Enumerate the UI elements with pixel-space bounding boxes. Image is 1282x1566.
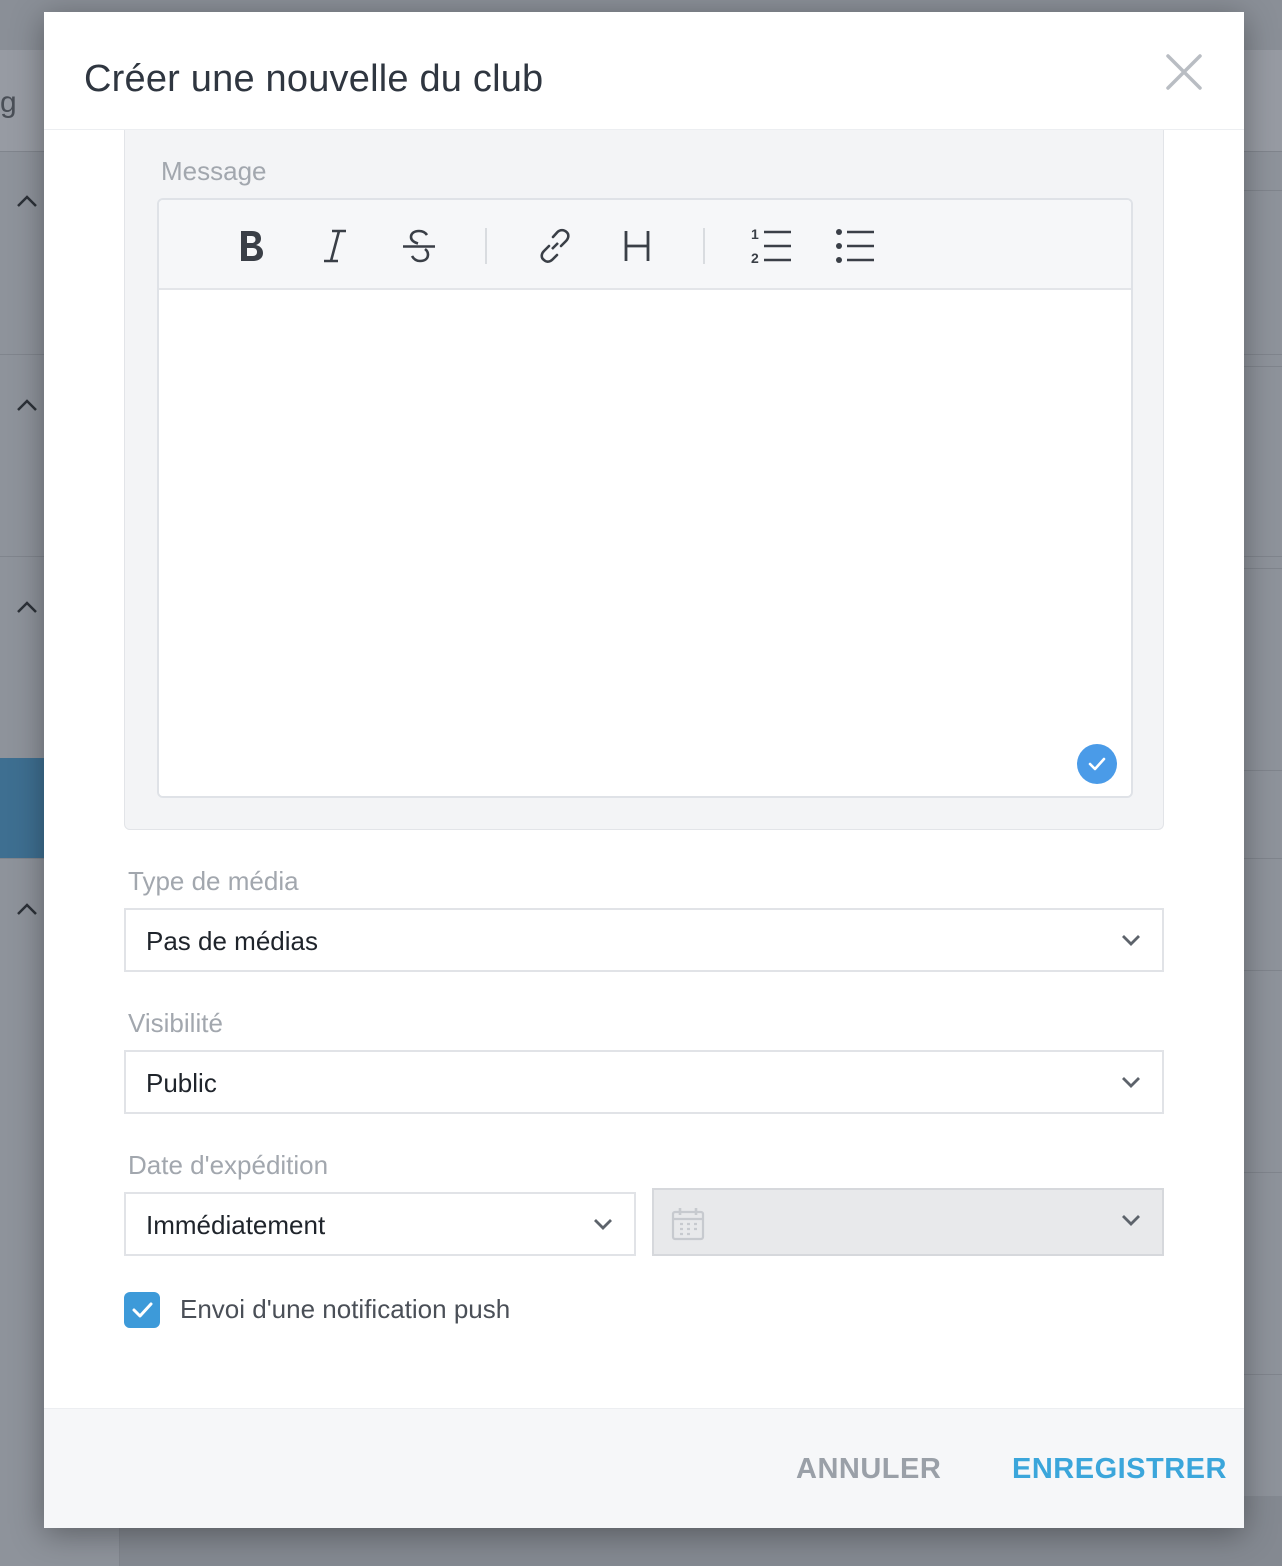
calendar-icon bbox=[671, 1208, 705, 1241]
chevron-up-icon bbox=[16, 190, 38, 212]
media-type-select[interactable]: Pas de médias bbox=[124, 908, 1164, 972]
date-picker-select[interactable] bbox=[652, 1188, 1164, 1256]
message-editor: 1 2 bbox=[157, 198, 1133, 798]
visibility-select[interactable]: Public bbox=[124, 1050, 1164, 1114]
background-active-item bbox=[0, 758, 44, 858]
cancel-button[interactable]: ANNULER bbox=[796, 1453, 941, 1486]
message-panel: Message 1 2 bbox=[124, 130, 1164, 830]
message-text-area[interactable] bbox=[159, 292, 1131, 796]
modal-header: Créer une nouvelle du club bbox=[44, 12, 1244, 130]
strikethrough-button[interactable] bbox=[391, 218, 447, 274]
background-divider bbox=[1244, 366, 1282, 367]
close-icon bbox=[1166, 54, 1202, 90]
chevron-down-icon bbox=[1122, 1077, 1140, 1088]
chevron-down-icon bbox=[594, 1219, 612, 1230]
svg-text:2: 2 bbox=[751, 250, 759, 266]
check-icon bbox=[132, 1302, 153, 1318]
background-divider bbox=[1244, 190, 1282, 191]
toolbar-separator bbox=[703, 228, 705, 264]
heading-icon bbox=[624, 231, 650, 261]
send-date-value: Immédiatement bbox=[146, 1210, 326, 1240]
background-divider bbox=[1244, 568, 1282, 569]
unordered-list-icon bbox=[836, 229, 874, 263]
ordered-list-icon: 1 2 bbox=[751, 226, 791, 266]
modal-title: Créer une nouvelle du club bbox=[84, 58, 544, 100]
editor-toolbar: 1 2 bbox=[159, 200, 1131, 290]
background-partial-text: g bbox=[0, 86, 17, 119]
background-divider bbox=[1244, 1374, 1282, 1375]
background-divider bbox=[1244, 970, 1282, 971]
link-button[interactable] bbox=[527, 218, 583, 274]
strikethrough-icon bbox=[403, 229, 435, 263]
push-notification-label[interactable]: Envoi d'une notification push bbox=[180, 1294, 510, 1325]
save-button[interactable]: ENREGISTRER bbox=[1012, 1453, 1227, 1486]
chevron-up-icon bbox=[16, 596, 38, 618]
send-date-label: Date d'expédition bbox=[128, 1150, 329, 1180]
media-type-label: Type de média bbox=[128, 866, 299, 896]
background-divider bbox=[1244, 770, 1282, 771]
bold-button[interactable] bbox=[223, 218, 279, 274]
svg-text:1: 1 bbox=[751, 226, 759, 242]
message-label: Message bbox=[161, 156, 267, 186]
media-type-value: Pas de médias bbox=[146, 926, 318, 956]
heading-button[interactable] bbox=[609, 218, 665, 274]
italic-icon bbox=[324, 229, 346, 263]
chevron-up-icon bbox=[16, 898, 38, 920]
chevron-down-icon bbox=[1122, 1215, 1140, 1226]
close-button[interactable] bbox=[1162, 50, 1206, 94]
push-notification-checkbox[interactable] bbox=[124, 1292, 160, 1328]
link-icon bbox=[540, 228, 570, 263]
bold-icon bbox=[241, 231, 263, 261]
visibility-label: Visibilité bbox=[128, 1008, 223, 1038]
chevron-down-icon bbox=[1122, 935, 1140, 946]
modal-footer: ANNULER ENREGISTRER bbox=[44, 1408, 1244, 1528]
background-divider bbox=[1244, 1172, 1282, 1173]
chevron-up-icon bbox=[16, 394, 38, 416]
unordered-list-button[interactable] bbox=[827, 218, 883, 274]
create-news-modal: Créer une nouvelle du club Message 1 2 T… bbox=[44, 12, 1244, 1528]
italic-button[interactable] bbox=[307, 218, 363, 274]
valid-check-badge bbox=[1077, 744, 1117, 784]
check-icon bbox=[1088, 757, 1106, 771]
ordered-list-button[interactable]: 1 2 bbox=[743, 218, 799, 274]
toolbar-separator bbox=[485, 228, 487, 264]
visibility-value: Public bbox=[146, 1068, 217, 1098]
send-date-select[interactable]: Immédiatement bbox=[124, 1192, 636, 1256]
